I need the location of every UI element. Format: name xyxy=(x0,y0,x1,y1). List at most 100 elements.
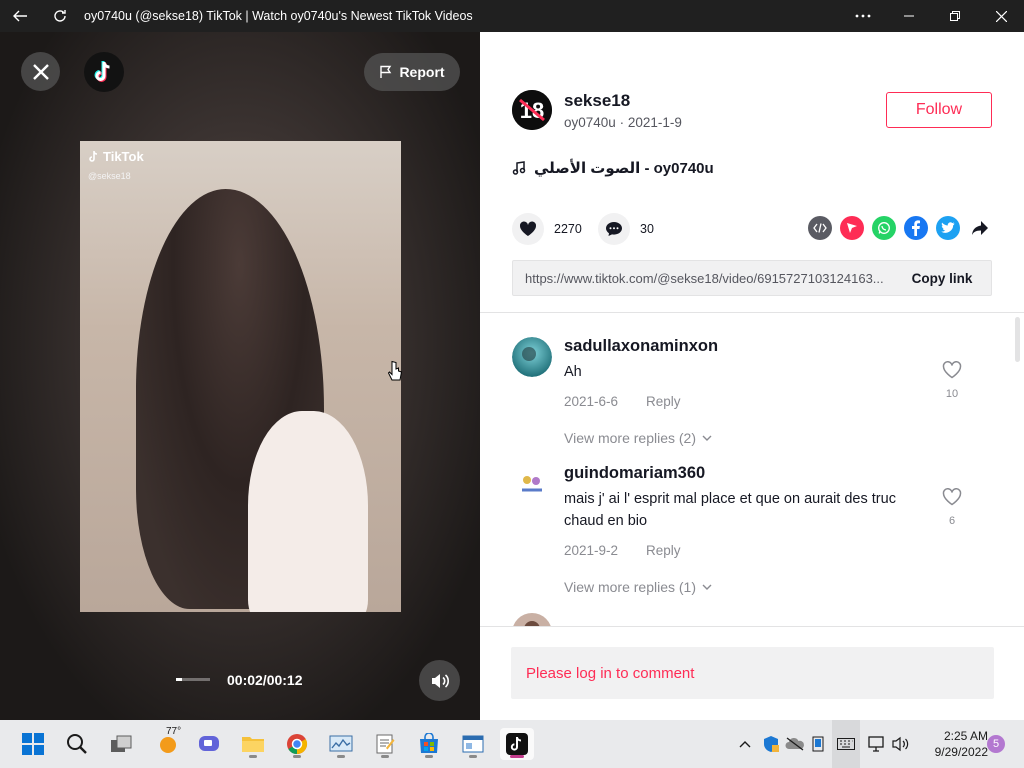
like-button[interactable] xyxy=(512,213,544,245)
share-link-url[interactable]: https://www.tiktok.com/@sekse18/video/69… xyxy=(513,271,893,286)
facebook-icon xyxy=(912,220,920,236)
comment-like-count: 10 xyxy=(945,388,959,400)
running-indicator xyxy=(337,755,345,758)
chevron-down-icon xyxy=(702,584,712,590)
comment-meta: 2021-6-6 Reply xyxy=(564,394,681,409)
file-explorer-button[interactable] xyxy=(236,728,270,760)
comment-list[interactable]: sadullaxonaminxon Ah 2021-6-6 Reply View… xyxy=(480,313,1024,626)
tiktok-app-button[interactable] xyxy=(500,728,534,760)
twitter-icon xyxy=(941,222,955,233)
running-indicator xyxy=(249,755,257,758)
commenter-avatar[interactable] xyxy=(512,464,552,504)
comment-footer-divider xyxy=(480,626,1024,627)
login-to-comment[interactable]: Please log in to comment xyxy=(511,647,994,699)
onedrive-tray-icon[interactable] xyxy=(784,732,806,756)
embed-button[interactable] xyxy=(808,216,832,240)
author-avatar[interactable]: 18 xyxy=(512,90,552,130)
video-progress-bar[interactable] xyxy=(176,678,210,681)
comment-like[interactable]: 10 xyxy=(940,361,964,400)
running-indicator xyxy=(425,755,433,758)
comment-username[interactable]: guindomariam360 xyxy=(564,464,705,483)
notepad-button[interactable] xyxy=(368,728,402,760)
running-indicator xyxy=(510,755,524,758)
restore-icon xyxy=(950,11,960,21)
mute-button[interactable] xyxy=(419,660,460,701)
security-tray-icon[interactable] xyxy=(760,732,782,756)
network-icon xyxy=(868,736,884,752)
tiktok-icon xyxy=(506,733,528,755)
search-button[interactable] xyxy=(60,728,94,760)
chrome-button[interactable] xyxy=(280,728,314,760)
music-title: الصوت الأصلي - oy0740u xyxy=(534,160,714,177)
battery-tray-icon[interactable] xyxy=(808,732,828,756)
video-progress-fill xyxy=(176,678,182,681)
comment-button[interactable] xyxy=(598,213,630,245)
keyboard-tray-icon[interactable] xyxy=(832,720,860,768)
clock-date: 9/29/2022 xyxy=(934,745,988,759)
comment-like[interactable]: 6 xyxy=(940,488,964,527)
running-indicator xyxy=(469,755,477,758)
start-button[interactable] xyxy=(16,728,50,760)
video-player[interactable]: TikTok @sekse18 xyxy=(80,141,401,612)
author-username[interactable]: sekse18 xyxy=(564,91,630,111)
whatsapp-icon xyxy=(878,222,890,234)
close-video-button[interactable] xyxy=(21,52,60,91)
photos-button[interactable] xyxy=(324,728,358,760)
tiktok-logo-icon xyxy=(94,61,110,82)
tray-overflow-button[interactable] xyxy=(736,732,754,756)
notepad-icon xyxy=(376,734,395,754)
back-button[interactable] xyxy=(0,0,40,32)
notification-badge[interactable]: 5 xyxy=(987,735,1005,753)
like-stat[interactable]: 2270 xyxy=(512,213,582,245)
flag-icon xyxy=(380,65,392,78)
facebook-button[interactable] xyxy=(904,216,928,240)
reply-button[interactable]: Reply xyxy=(646,543,681,558)
mouse-cursor-icon xyxy=(387,360,403,381)
windows-logo-icon xyxy=(22,733,44,755)
refresh-button[interactable] xyxy=(40,0,80,32)
weather-widget[interactable]: 77° xyxy=(148,726,188,760)
tiktok-logo[interactable] xyxy=(84,52,124,92)
more-button[interactable] xyxy=(840,0,886,32)
close-icon xyxy=(32,63,49,80)
whatsapp-button[interactable] xyxy=(872,216,896,240)
running-indicator xyxy=(381,755,389,758)
music-link[interactable]: الصوت الأصلي - oy0740u xyxy=(512,159,714,177)
close-window-button[interactable] xyxy=(978,0,1024,32)
taskbar-clock[interactable]: 2:25 AM 9/29/2022 xyxy=(916,728,988,760)
commenter-avatar[interactable] xyxy=(512,613,552,626)
restore-button[interactable] xyxy=(932,0,978,32)
more-share-button[interactable] xyxy=(968,216,992,240)
comment-item: guindomariam360 mais j' ai l' esprit mal… xyxy=(512,464,992,604)
network-tray-icon[interactable] xyxy=(866,732,888,756)
share-link-box: https://www.tiktok.com/@sekse18/video/69… xyxy=(512,260,992,296)
minimize-button[interactable] xyxy=(886,0,932,32)
shield-icon xyxy=(764,736,779,752)
commenter-avatar[interactable] xyxy=(512,337,552,377)
author-nickname: oy0740u xyxy=(564,115,616,130)
volume-tray-icon[interactable] xyxy=(890,732,912,756)
comment-text: mais j' ai l' esprit mal place et que on… xyxy=(564,491,896,529)
follow-button[interactable]: Follow xyxy=(886,92,992,128)
embed-icon xyxy=(813,223,827,233)
copy-link-button[interactable]: Copy link xyxy=(893,271,991,286)
heart-outline-icon xyxy=(942,488,962,506)
comment-stat[interactable]: 30 xyxy=(598,213,654,245)
send-button[interactable] xyxy=(840,216,864,240)
teams-chat-button[interactable] xyxy=(192,728,226,760)
app-window-button[interactable] xyxy=(456,728,490,760)
store-button[interactable] xyxy=(412,728,446,760)
reply-button[interactable]: Reply xyxy=(646,394,681,409)
twitter-button[interactable] xyxy=(936,216,960,240)
comment-scrollbar[interactable] xyxy=(1015,317,1020,362)
comment-username[interactable]: sadullaxonaminxon xyxy=(564,337,718,356)
task-view-button[interactable] xyxy=(104,728,138,760)
window-title: oy0740u (@sekse18) TikTok | Watch oy0740… xyxy=(84,9,473,23)
view-more-replies[interactable]: View more replies (1) xyxy=(564,579,712,595)
report-label: Report xyxy=(399,64,445,80)
speaker-icon xyxy=(892,736,909,752)
task-view-icon xyxy=(111,735,132,752)
store-icon xyxy=(420,733,438,753)
report-button[interactable]: Report xyxy=(364,53,460,91)
view-more-replies[interactable]: View more replies (2) xyxy=(564,430,712,446)
